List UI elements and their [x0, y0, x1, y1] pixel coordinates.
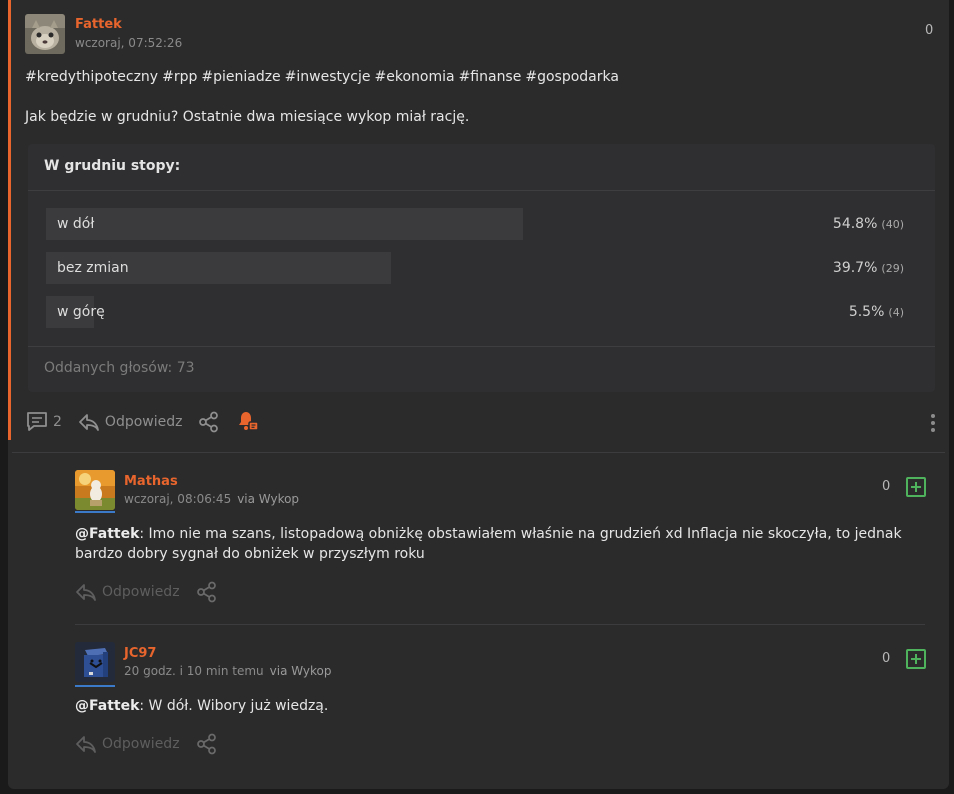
- tag-link[interactable]: #pieniadze: [201, 69, 280, 85]
- reply-button[interactable]: Odpowiedz: [75, 734, 180, 754]
- share-button[interactable]: [198, 411, 220, 433]
- divider: [28, 190, 935, 191]
- comments-count: 2: [53, 414, 62, 430]
- tag-link[interactable]: #gospodarka: [525, 69, 619, 85]
- comments-button[interactable]: 2: [25, 411, 62, 433]
- via-label: via Wykop: [269, 664, 332, 678]
- poll-option-label: w dół: [57, 216, 95, 232]
- poll-option[interactable]: w górę 5.5% (4): [46, 296, 916, 330]
- tag-link[interactable]: #ekonomia: [375, 69, 455, 85]
- avatar[interactable]: [75, 470, 115, 510]
- comment-meta: 20 godz. i 10 min temu via Wykop: [124, 664, 332, 678]
- entry-actions: 2 Odpowiedz: [25, 410, 276, 434]
- poll-option-percent: 39.7%: [832, 260, 878, 276]
- mention-link[interactable]: @Fattek: [75, 526, 139, 542]
- poll-option-label: w górę: [57, 304, 105, 320]
- author-name[interactable]: JC97: [124, 646, 156, 661]
- comment-icon: [25, 411, 49, 433]
- share-icon: [196, 733, 218, 755]
- author-name[interactable]: Fattek: [75, 17, 122, 32]
- plus-vote-icon[interactable]: [906, 477, 926, 497]
- poll-option-label: bez zmian: [57, 260, 129, 276]
- vote-count: 0: [925, 23, 934, 38]
- tag-list: #kredythipoteczny #rpp #pieniadze #inwestyc…: [25, 67, 623, 87]
- comment-actions: Odpowiedz: [75, 581, 234, 603]
- poll-option[interactable]: bez zmian 39.7% (29): [46, 252, 916, 286]
- reply-icon: [78, 412, 100, 432]
- comment-text: @Fattek: Imo nie ma szans, listopadową o…: [75, 524, 925, 564]
- timestamp[interactable]: 20 godz. i 10 min temu: [124, 664, 264, 678]
- share-button[interactable]: [196, 733, 218, 755]
- tag-link[interactable]: #kredythipoteczny: [25, 69, 158, 85]
- avatar-underline: [75, 685, 115, 687]
- reply-icon: [75, 734, 97, 754]
- notify-bell-icon: [236, 410, 260, 434]
- comment-body: : W dół. Wibory już wiedzą.: [139, 698, 329, 714]
- avatar[interactable]: [75, 642, 115, 682]
- poll-option-count: (4): [888, 306, 904, 319]
- timestamp[interactable]: wczoraj, 08:06:45: [124, 492, 231, 506]
- entry: Fattek wczoraj, 07:52:26 0 #kredythipote…: [8, 0, 949, 440]
- poll-title: W grudniu stopy:: [44, 158, 181, 174]
- poll-option-result: 39.7% (29): [833, 260, 904, 276]
- divider: [28, 346, 935, 347]
- reply-button[interactable]: Odpowiedz: [78, 412, 183, 432]
- reply-icon: [75, 582, 97, 602]
- tag-link[interactable]: #rpp: [162, 69, 197, 85]
- avatar[interactable]: [25, 14, 65, 54]
- more-icon[interactable]: [931, 414, 935, 435]
- poll-option-result: 54.8% (40): [833, 216, 904, 232]
- poll-option-result: 5.5% (4): [849, 304, 904, 320]
- vote-count: 0: [882, 479, 891, 494]
- entry-card: Fattek wczoraj, 07:52:26 0 #kredythipote…: [8, 0, 949, 789]
- mention-link[interactable]: @Fattek: [75, 698, 139, 714]
- poll-option-percent: 5.5%: [848, 304, 885, 320]
- poll-option-count: (40): [881, 218, 904, 231]
- tag-link[interactable]: #inwestycje: [285, 69, 371, 85]
- reply-label: Odpowiedz: [104, 414, 183, 430]
- poll-option-bar: [46, 208, 523, 240]
- avatar-underline: [75, 511, 115, 513]
- share-button[interactable]: [196, 581, 218, 603]
- poll-total-votes: Oddanych głosów: 73: [44, 360, 195, 376]
- plus-vote-icon[interactable]: [906, 649, 926, 669]
- notify-button[interactable]: [236, 410, 260, 434]
- comment-text: @Fattek: W dół. Wibory już wiedzą.: [75, 696, 925, 716]
- poll-option-percent: 54.8%: [832, 216, 878, 232]
- tag-link[interactable]: #finanse: [459, 69, 522, 85]
- timestamp[interactable]: wczoraj, 07:52:26: [75, 36, 182, 50]
- share-icon: [196, 581, 218, 603]
- divider: [75, 624, 925, 625]
- via-label: via Wykop: [237, 492, 300, 506]
- reply-label: Odpowiedz: [102, 584, 180, 600]
- poll: W grudniu stopy: w dół 54.8% (40) bez zmi…: [28, 144, 935, 392]
- reply-button[interactable]: Odpowiedz: [75, 582, 180, 602]
- vote-count: 0: [882, 651, 891, 666]
- entry-text: Jak będzie w grudniu? Ostatnie dwa miesi…: [25, 109, 470, 125]
- share-icon: [198, 411, 220, 433]
- poll-option[interactable]: w dół 54.8% (40): [46, 208, 916, 242]
- author-name[interactable]: Mathas: [124, 474, 178, 489]
- comment-body: : Imo nie ma szans, listopadową obniżkę …: [75, 526, 902, 562]
- poll-option-count: (29): [881, 262, 904, 275]
- reply-label: Odpowiedz: [102, 736, 180, 752]
- comment-actions: Odpowiedz: [75, 733, 234, 755]
- comment-meta: wczoraj, 08:06:45 via Wykop: [124, 492, 299, 506]
- divider: [12, 452, 945, 453]
